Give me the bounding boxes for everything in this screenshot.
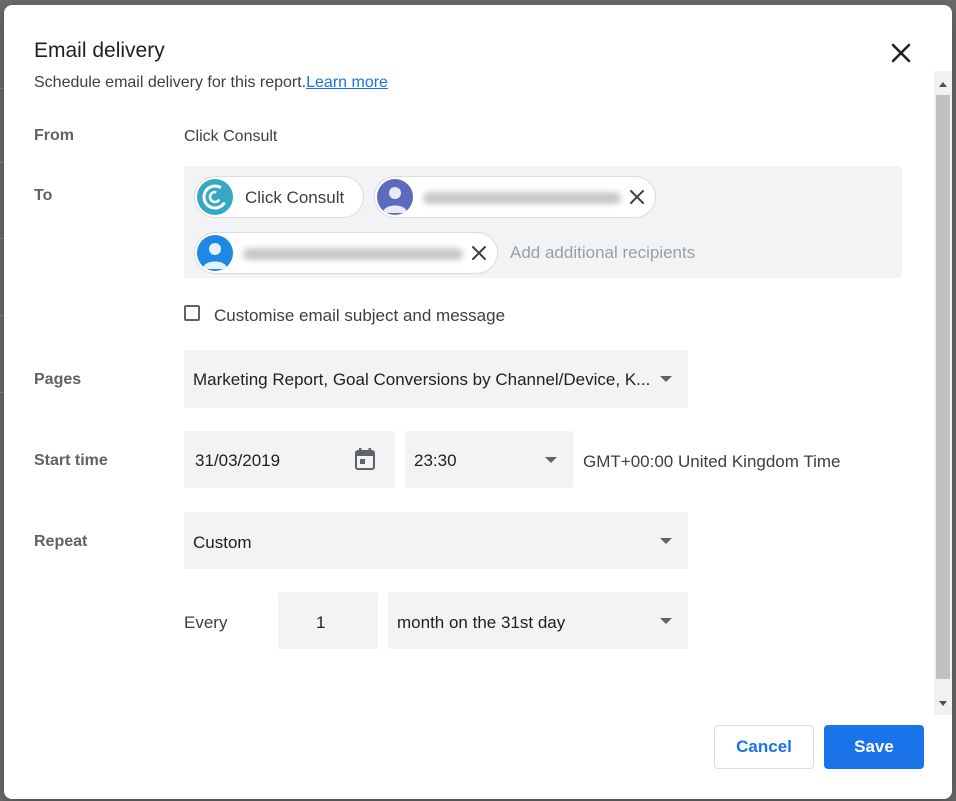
to-label: To xyxy=(34,187,53,204)
redacted-email xyxy=(423,192,621,204)
customise-checkbox-label: Customise email subject and message xyxy=(214,306,506,325)
scrollbar-thumb[interactable] xyxy=(936,95,950,679)
recipient-chip[interactable]: Click Consult xyxy=(194,176,364,218)
dialog-subtitle: Schedule email delivery for this report.… xyxy=(34,74,388,92)
scroll-down-arrow-icon[interactable] xyxy=(934,697,952,711)
recipient-chip[interactable] xyxy=(194,232,498,274)
remove-recipient-button[interactable] xyxy=(469,243,489,263)
repeat-unit-dropdown[interactable]: month on the 31st day xyxy=(388,592,688,649)
subtitle-text: Schedule email delivery for this report. xyxy=(34,74,307,91)
remove-chip-icon xyxy=(472,246,486,260)
dropdown-arrow-icon xyxy=(545,457,557,463)
start-date-value: 31/03/2019 xyxy=(195,451,281,470)
pages-selected-value: Marketing Report, Goal Conversions by Ch… xyxy=(193,370,651,389)
add-recipients-input[interactable]: Add additional recipients xyxy=(510,243,695,263)
recipients-field[interactable]: Click Consult Add additional recipients xyxy=(184,166,902,278)
click-consult-logo-icon xyxy=(197,179,233,215)
pages-dropdown[interactable]: Marketing Report, Goal Conversions by Ch… xyxy=(184,350,688,408)
dropdown-arrow-icon xyxy=(660,618,672,624)
every-label: Every xyxy=(184,613,228,632)
scroll-up-arrow-icon[interactable] xyxy=(934,77,952,91)
pages-label: Pages xyxy=(34,371,82,388)
close-icon xyxy=(891,43,911,63)
save-button[interactable]: Save xyxy=(824,725,924,769)
recipient-chip[interactable] xyxy=(374,176,656,218)
repeat-interval-value: 1 xyxy=(316,613,326,632)
dropdown-arrow-icon xyxy=(660,376,672,382)
close-button[interactable] xyxy=(886,38,916,68)
start-time-label: Start time xyxy=(34,452,108,469)
person-avatar-icon xyxy=(197,235,233,271)
repeat-interval-input[interactable]: 1 xyxy=(278,592,378,649)
repeat-selected-value: Custom xyxy=(193,533,252,552)
recipient-name: Click Consult xyxy=(245,188,345,207)
customise-checkbox[interactable] xyxy=(184,305,200,321)
start-time-value: 23:30 xyxy=(414,451,457,470)
email-delivery-dialog: Email delivery Schedule email delivery f… xyxy=(4,5,952,799)
remove-chip-icon xyxy=(630,190,644,204)
redacted-email xyxy=(243,248,463,260)
from-value: Click Consult xyxy=(184,128,278,145)
repeat-unit-value: month on the 31st day xyxy=(397,613,566,632)
start-date-field[interactable]: 31/03/2019 xyxy=(184,431,395,488)
repeat-label: Repeat xyxy=(34,533,88,550)
cancel-button[interactable]: Cancel xyxy=(714,725,814,769)
remove-recipient-button[interactable] xyxy=(627,187,647,207)
timezone-text: GMT+00:00 United Kingdom Time xyxy=(583,452,841,471)
dropdown-arrow-icon xyxy=(660,538,672,544)
repeat-dropdown[interactable]: Custom xyxy=(184,512,688,569)
learn-more-link[interactable]: Learn more xyxy=(306,74,388,91)
calendar-icon[interactable] xyxy=(354,447,376,471)
dialog-title: Email delivery xyxy=(34,39,165,62)
from-label: From xyxy=(34,127,74,144)
person-avatar-icon xyxy=(377,179,413,215)
start-time-dropdown[interactable]: 23:30 xyxy=(405,431,573,488)
